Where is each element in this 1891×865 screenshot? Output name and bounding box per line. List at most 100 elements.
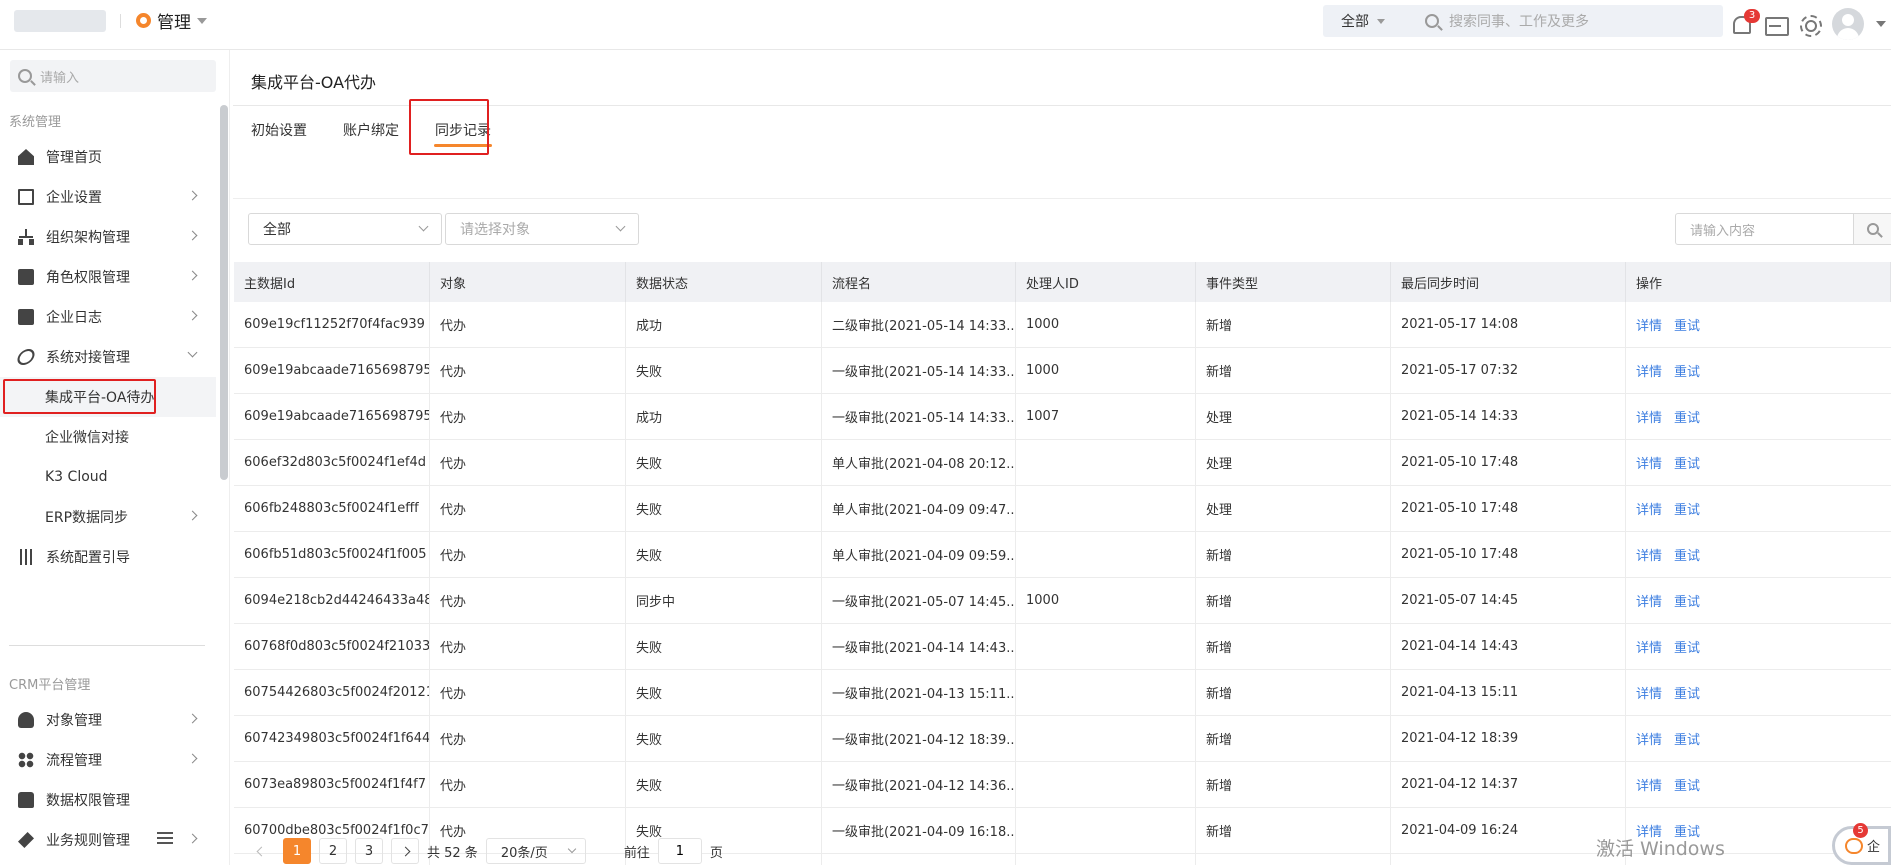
detail-link[interactable]: 详情	[1636, 453, 1662, 472]
sidebar-item-config-guide[interactable]: 系统配置引导	[0, 537, 216, 577]
object-filter-select[interactable]: 请选择对象	[445, 213, 639, 245]
sidebar-item-wecom[interactable]: 企业微信对接	[0, 417, 216, 457]
column-header[interactable]: 最后同步时间	[1391, 262, 1626, 302]
sidebar: 请输入 系统管理 管理首页 企业设置 组织架构管理 角色权限管理 企业日志 系统…	[0, 50, 230, 865]
retry-link[interactable]: 重试	[1674, 545, 1700, 564]
retry-link[interactable]: 重试	[1674, 775, 1700, 794]
top-actions: 3	[1730, 8, 1886, 40]
pagination: 1 2 3 共 52 条 20条/页 前往 页	[247, 838, 723, 864]
cell-actions: 详情重试	[1626, 394, 1891, 439]
sidebar-item-oa-todo[interactable]: 集成平台-OA待办	[0, 377, 216, 417]
cell-object-type: 代办	[430, 532, 626, 577]
column-header[interactable]: 对象	[430, 262, 626, 302]
detail-link[interactable]: 详情	[1636, 775, 1662, 794]
chevron-down-icon[interactable]	[1876, 21, 1886, 27]
detail-link[interactable]: 详情	[1636, 637, 1662, 656]
cell-data-status: 失败	[626, 532, 822, 577]
sidebar-item-system-integration[interactable]: 系统对接管理	[0, 337, 216, 377]
page-button[interactable]: 2	[319, 838, 347, 864]
column-header[interactable]: 流程名	[822, 262, 1016, 302]
detail-link[interactable]: 详情	[1636, 499, 1662, 518]
cell-last-sync-time: 2021-04-09 15:50	[1391, 854, 1626, 865]
retry-link[interactable]: 重试	[1674, 683, 1700, 702]
sidebar-item-business-rules[interactable]: 业务规则管理	[0, 820, 216, 860]
goto-label: 前往	[623, 845, 650, 861]
bell-icon[interactable]: 3	[1730, 9, 1760, 35]
total-count: 共 52 条	[427, 845, 478, 861]
retry-link[interactable]: 重试	[1674, 361, 1700, 380]
cell-flow-name: 一级审批(2021-05-14 14:33...	[822, 348, 1016, 393]
global-search-input[interactable]: 搜索同事、工作及更多	[1425, 11, 1589, 31]
gear-icon[interactable]	[1798, 13, 1822, 37]
detail-link[interactable]: 详情	[1636, 315, 1662, 334]
tab-sync-records[interactable]: 同步记录	[417, 106, 509, 154]
sidebar-item-erp-sync[interactable]: ERP数据同步	[0, 497, 216, 537]
column-header[interactable]: 主数据Id	[234, 262, 430, 302]
search-button[interactable]	[1853, 214, 1891, 244]
notification-badge: 3	[1744, 9, 1760, 23]
sidebar-item-org-structure[interactable]: 组织架构管理	[0, 217, 216, 257]
cell-actions: 详情重试	[1626, 716, 1891, 761]
page-button[interactable]: 1	[283, 838, 311, 864]
sidebar-item-enterprise-settings[interactable]: 企业设置	[0, 177, 216, 217]
sidebar-item-admin-home[interactable]: 管理首页	[0, 137, 216, 177]
sidebar-search-placeholder: 请输入	[40, 70, 80, 86]
sidebar-item-label: 系统配置引导	[46, 550, 130, 566]
mail-icon[interactable]	[1764, 13, 1789, 36]
search-scope-dropdown[interactable]: 全部	[1341, 11, 1385, 31]
tab-initial-settings[interactable]: 初始设置	[233, 106, 325, 154]
next-page-button[interactable]	[391, 838, 419, 864]
detail-link[interactable]: 详情	[1636, 361, 1662, 380]
sidebar-item-role-permissions[interactable]: 角色权限管理	[0, 257, 216, 297]
cell-actions: 详情重试	[1626, 578, 1891, 623]
cell-actions: 详情重试	[1626, 670, 1891, 715]
prev-page-button[interactable]	[247, 838, 275, 864]
company-logo[interactable]	[14, 10, 106, 32]
sidebar-item-data-permissions[interactable]: 数据权限管理	[0, 780, 216, 820]
sidebar-group-system: 系统管理	[9, 115, 62, 130]
chat-button[interactable]: 5 企	[1832, 823, 1891, 865]
retry-link[interactable]: 重试	[1674, 591, 1700, 610]
cell-data-status: 同步中	[626, 578, 822, 623]
sidebar-item-label: 角色权限管理	[46, 270, 130, 286]
page-button[interactable]: 3	[355, 838, 383, 864]
chevron-down-icon	[187, 347, 198, 358]
retry-link[interactable]: 重试	[1674, 729, 1700, 748]
cell-last-sync-time: 2021-04-14 14:43	[1391, 624, 1626, 669]
avatar[interactable]	[1832, 8, 1864, 40]
sidebar-item-label: 企业微信对接	[45, 430, 129, 446]
cell-last-sync-time: 2021-05-07 14:45	[1391, 578, 1626, 623]
cell-handler-id	[1016, 440, 1196, 485]
sidebar-search-input[interactable]: 请输入	[10, 60, 216, 92]
retry-link[interactable]: 重试	[1674, 407, 1700, 426]
cell-object-type: 代办	[430, 394, 626, 439]
sidebar-scrollbar[interactable]	[220, 105, 228, 480]
content-search-input[interactable]: 请输入内容	[1675, 213, 1891, 245]
retry-link[interactable]: 重试	[1674, 453, 1700, 472]
cell-event-type: 处理	[1196, 440, 1391, 485]
sidebar-item-enterprise-log[interactable]: 企业日志	[0, 297, 216, 337]
detail-link[interactable]: 详情	[1636, 729, 1662, 748]
detail-link[interactable]: 详情	[1636, 407, 1662, 426]
sidebar-item-object-management[interactable]: 对象管理	[0, 700, 216, 740]
sidebar-item-flow-management[interactable]: 流程管理	[0, 740, 216, 780]
column-header[interactable]: 数据状态	[626, 262, 822, 302]
retry-link[interactable]: 重试	[1674, 315, 1700, 334]
cell-handler-id: 1000	[1016, 302, 1196, 347]
page-size-select[interactable]: 20条/页	[485, 838, 586, 864]
tab-account-binding[interactable]: 账户绑定	[325, 106, 417, 154]
app-switcher[interactable]: 管理	[136, 8, 207, 33]
column-header[interactable]: 处理人ID	[1016, 262, 1196, 302]
cell-handler-id	[1016, 624, 1196, 669]
cell-flow-name: 一级审批(2021-05-14 14:33...	[822, 394, 1016, 439]
goto-page-input[interactable]	[657, 838, 702, 864]
detail-link[interactable]: 详情	[1636, 683, 1662, 702]
retry-link[interactable]: 重试	[1674, 637, 1700, 656]
column-header[interactable]: 事件类型	[1196, 262, 1391, 302]
status-filter-select[interactable]: 全部	[248, 213, 442, 245]
collapse-sidebar-icon[interactable]	[157, 832, 173, 846]
retry-link[interactable]: 重试	[1674, 499, 1700, 518]
detail-link[interactable]: 详情	[1636, 591, 1662, 610]
sidebar-item-k3-cloud[interactable]: K3 Cloud	[0, 457, 216, 497]
detail-link[interactable]: 详情	[1636, 545, 1662, 564]
